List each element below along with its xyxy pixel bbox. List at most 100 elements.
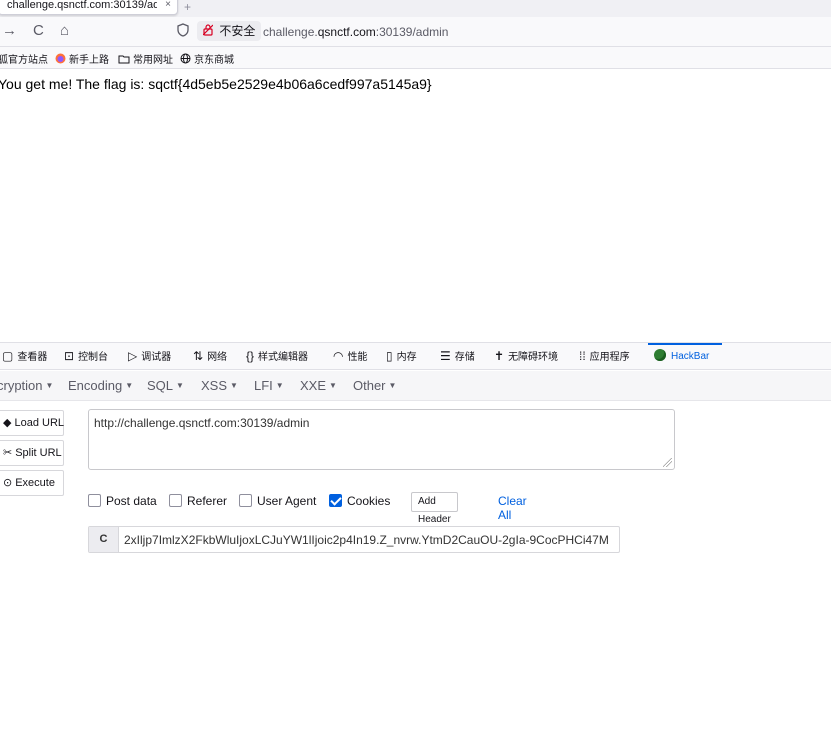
security-indicator[interactable]: 不安全 — [197, 21, 262, 41]
tab-label: 无障碍环境 — [508, 352, 559, 363]
menu-label: cryption — [0, 378, 43, 393]
chevron-down-icon: ▼ — [176, 381, 184, 390]
bookmark-label: 狐官方站点 — [0, 55, 48, 66]
firefox-icon — [55, 53, 66, 66]
button-label: Load URL — [14, 417, 65, 429]
clear-all-link[interactable]: Clear All — [498, 494, 527, 522]
load-url-button[interactable]: ◆ Load URL — [0, 410, 64, 436]
hackbar-icon — [654, 349, 666, 361]
url-textarea-value: http://challenge.qsnctf.com:30139/admin — [94, 416, 310, 430]
option-label: Referer — [187, 494, 228, 508]
cookie-input[interactable]: 2xIljp7ImlzX2FkbWluIjoxLCJuYW1lIjoic2p4I… — [124, 533, 616, 547]
play-icon: ⊙ — [3, 477, 13, 489]
close-icon[interactable]: × — [165, 0, 171, 10]
load-icon: ◆ — [3, 417, 12, 429]
menu-xxe[interactable]: XXE ▼ — [300, 378, 337, 393]
tab-label: 网络 — [207, 352, 228, 363]
globe-icon — [180, 53, 191, 66]
application-icon: ⁞⁞ — [579, 349, 586, 363]
tab-debugger[interactable]: ▷ 调试器 — [128, 343, 171, 370]
option-label: Cookies — [347, 494, 391, 508]
memory-icon: ▯ — [386, 349, 393, 363]
checkbox-checked-icon — [329, 494, 342, 507]
menu-xss[interactable]: XSS ▼ — [201, 378, 238, 393]
security-label: 不安全 — [219, 24, 256, 38]
tab-label: 内存 — [396, 352, 417, 363]
tab-inspector[interactable]: ▢ 查看器 — [2, 343, 47, 370]
menu-label: LFI — [254, 378, 273, 393]
home-icon[interactable]: ⌂ — [60, 21, 69, 41]
flag-message: You get me! The flag is: sqctf{4d5eb5e25… — [0, 76, 432, 92]
checkbox-icon — [169, 494, 182, 507]
tab-accessibility[interactable]: ✝ 无障碍环境 — [494, 343, 558, 370]
tab-label: 查看器 — [17, 352, 48, 363]
add-header-button[interactable]: Add Header — [411, 492, 458, 525]
url-prefix: challenge. — [263, 25, 318, 39]
menu-label: Encoding — [68, 378, 123, 393]
tab-label: 性能 — [347, 352, 368, 363]
tab-title: challenge.qsnctf.com:30139/adm — [7, 0, 157, 11]
button-label: Split URL — [15, 447, 62, 459]
url-text[interactable]: challenge.qsnctf.com:30139/admin — [263, 25, 448, 39]
new-tab-button[interactable]: + — [184, 0, 191, 14]
tab-style-editor[interactable]: {} 样式编辑器 — [246, 343, 308, 370]
checkbox-icon — [239, 494, 252, 507]
checkbox-icon — [88, 494, 101, 507]
accessibility-icon: ✝ — [494, 349, 505, 363]
tab-label: 应用程序 — [589, 352, 630, 363]
debugger-icon: ▷ — [128, 349, 138, 363]
bookmark-item[interactable]: 常用网址 — [118, 51, 173, 66]
cookies-checkbox[interactable]: Cookies — [329, 494, 390, 508]
split-url-button[interactable]: ✂ Split URL — [0, 440, 64, 466]
chevron-down-icon: ▼ — [329, 381, 337, 390]
address-bar[interactable]: 不安全 challenge.qsnctf.com:30139/admin — [170, 20, 831, 44]
tab-application[interactable]: ⁞⁞ 应用程序 — [579, 343, 630, 370]
referer-checkbox[interactable]: Referer — [169, 494, 227, 508]
tab-storage[interactable]: ☰ 存储 — [440, 343, 475, 370]
chevron-down-icon: ▼ — [388, 381, 397, 390]
menu-encryption[interactable]: cryption ▼ — [0, 378, 53, 393]
tab-performance[interactable]: ◠ 性能 — [333, 343, 367, 370]
menu-sql[interactable]: SQL ▼ — [147, 378, 184, 393]
tab-label: HackBar — [671, 351, 710, 362]
bookmarks-bar: 狐官方站点 新手上路 常用网址 京东商城 — [0, 47, 831, 69]
bookmark-item[interactable]: 狐官方站点 — [0, 51, 48, 66]
devtools-tabs: ▢ 查看器 ⊡ 控制台 ▷ 调试器 ⇅ 网络 {} 样式编辑器 ◠ 性能 ▯ 内存 ☰ 存储 ✝… — [0, 343, 831, 370]
post-data-checkbox[interactable]: Post data — [88, 494, 157, 508]
url-host: qsnctf.com — [317, 25, 376, 39]
hackbar-menu: cryption ▼ Encoding ▼ SQL ▼ XSS ▼ LFI ▼ XXE ▼ … — [0, 371, 831, 401]
network-icon: ⇅ — [193, 349, 204, 363]
url-textarea[interactable]: http://challenge.qsnctf.com:30139/admin — [88, 409, 675, 470]
bookmark-label: 京东商城 — [194, 55, 234, 66]
user-agent-checkbox[interactable]: User Agent — [239, 494, 316, 508]
folder-icon — [118, 55, 130, 66]
braces-icon: {} — [246, 349, 255, 363]
resize-handle-icon[interactable] — [663, 458, 672, 467]
menu-encoding[interactable]: Encoding ▼ — [68, 378, 133, 393]
bookmark-item[interactable]: 京东商城 — [180, 51, 234, 66]
execute-button[interactable]: ⊙ Execute — [0, 470, 64, 496]
button-label: Execute — [15, 477, 55, 489]
browser-tab[interactable]: challenge.qsnctf.com:30139/adm × — [0, 0, 178, 15]
shield-icon[interactable] — [177, 23, 189, 40]
cookie-field[interactable]: C 2xIljp7ImlzX2FkbWluIjoxLCJuYW1lIjoic2p… — [88, 526, 620, 553]
bookmark-label: 新手上路 — [69, 55, 109, 66]
menu-other[interactable]: Other ▼ — [353, 378, 396, 393]
performance-icon: ◠ — [333, 349, 344, 363]
page-content: You get me! The flag is: sqctf{4d5eb5e25… — [0, 70, 831, 342]
navigation-bar: → C ⌂ 不安全 challenge.qsnctf.com:30139/adm… — [0, 17, 831, 47]
tab-network[interactable]: ⇅ 网络 — [193, 343, 227, 370]
tab-hackbar[interactable]: HackBar — [648, 343, 722, 370]
chevron-down-icon: ▼ — [230, 381, 238, 390]
storage-icon: ☰ — [440, 349, 451, 363]
url-rest: :30139/admin — [375, 25, 449, 39]
tab-memory[interactable]: ▯ 内存 — [386, 343, 417, 370]
tab-console[interactable]: ⊡ 控制台 — [64, 343, 108, 370]
bookmark-item[interactable]: 新手上路 — [55, 51, 109, 66]
reload-icon[interactable]: C — [33, 21, 44, 41]
forward-icon[interactable]: → — [2, 21, 17, 41]
tab-label: 调试器 — [141, 352, 172, 363]
menu-lfi[interactable]: LFI ▼ — [254, 378, 284, 393]
split-icon: ✂ — [3, 447, 13, 459]
chevron-down-icon: ▼ — [125, 381, 134, 390]
